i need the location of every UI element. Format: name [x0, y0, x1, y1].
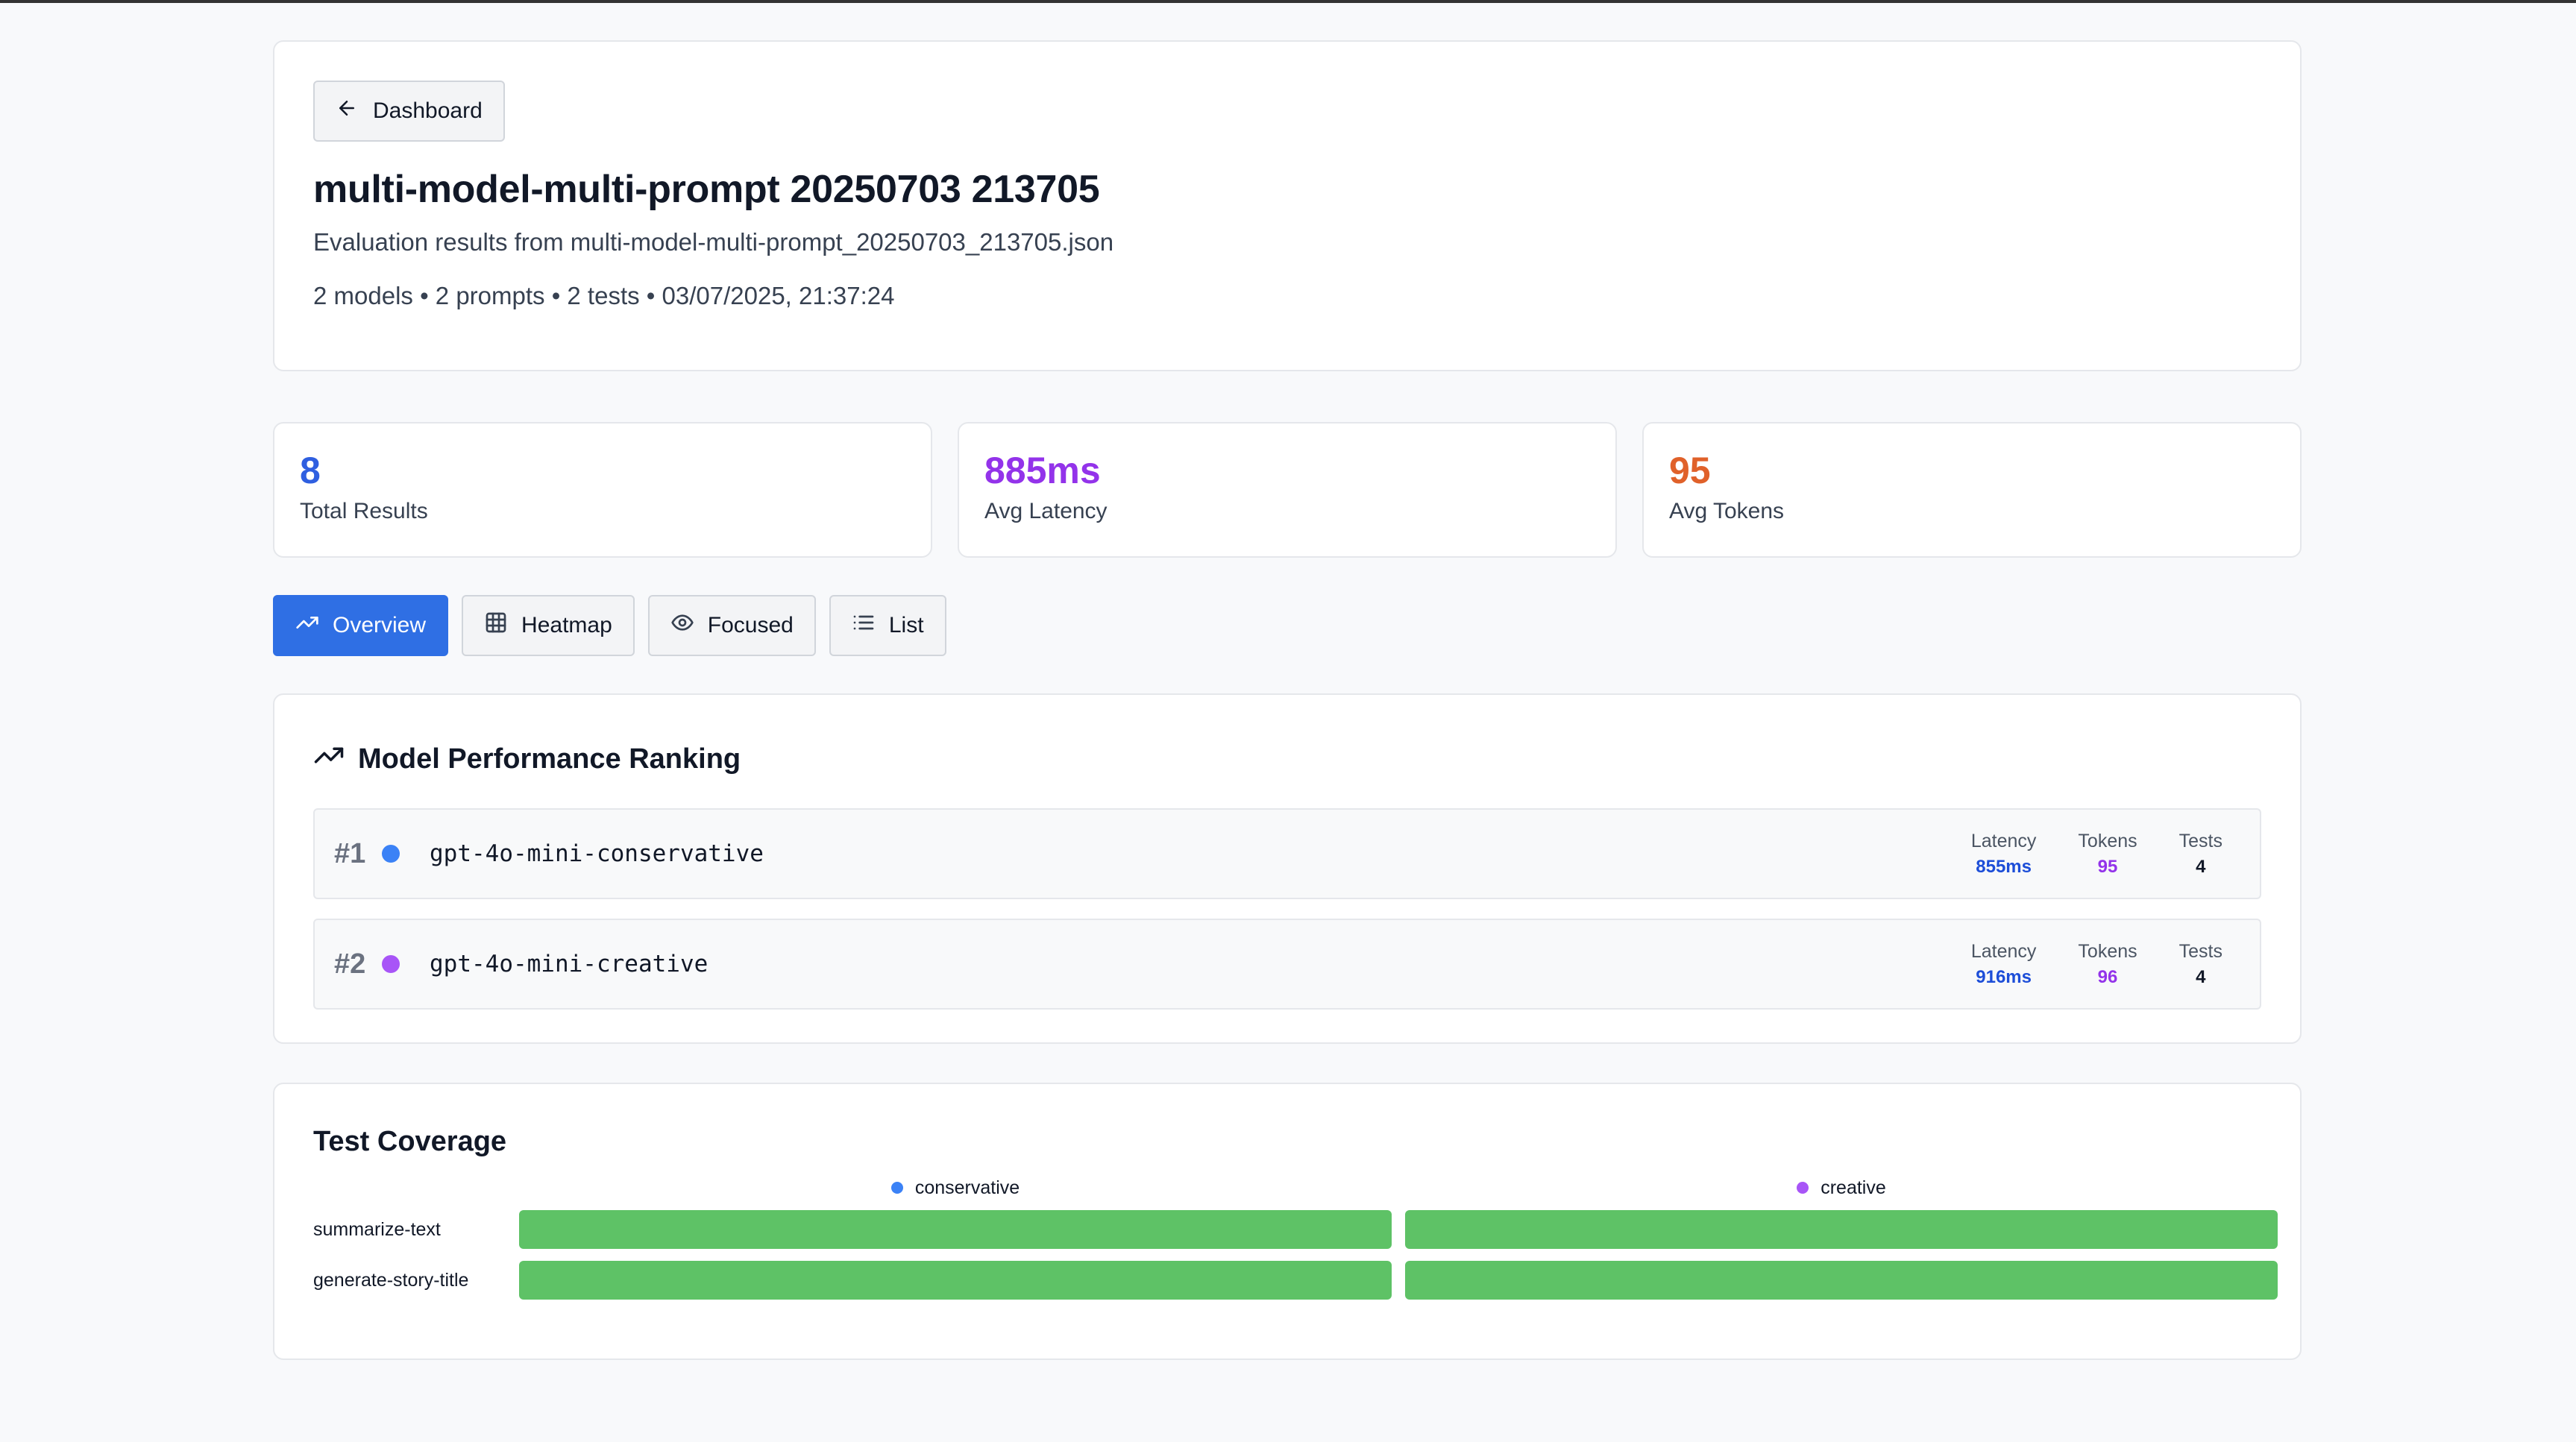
- stat-label: Avg Tokens: [1669, 499, 1784, 523]
- page-container: Dashboard multi-model-multi-prompt 20250…: [273, 40, 2302, 1360]
- coverage-grid: conservative creative summarize-text gen…: [313, 1177, 2278, 1300]
- coverage-cell-pass[interactable]: [1405, 1210, 2278, 1249]
- model-stats: Latency 855ms Tokens 95 Tests 4: [1971, 831, 2240, 878]
- stat-card-avg-tokens: 95 Avg Tokens: [1642, 422, 2302, 558]
- grid-icon: [484, 611, 508, 640]
- column-color-dot: [890, 1182, 903, 1194]
- coverage-cell-pass[interactable]: [519, 1261, 1392, 1300]
- back-button-label: Dashboard: [373, 98, 483, 123]
- coverage-cell-pass[interactable]: [519, 1210, 1392, 1249]
- page-subtitle: Evaluation results from multi-model-mult…: [313, 228, 1114, 256]
- column-color-dot: [1797, 1182, 1809, 1194]
- model-name: gpt-4o-mini-creative: [430, 951, 709, 977]
- tab-label: Focused: [707, 613, 794, 637]
- tokens-label: Tokens: [2078, 830, 2137, 851]
- coverage-column-header: creative: [1405, 1177, 2278, 1198]
- ranking-header: Model Performance Ranking: [313, 740, 2261, 778]
- tab-label: List: [888, 613, 924, 637]
- stat-value: 8: [300, 450, 321, 491]
- back-to-dashboard-button[interactable]: Dashboard: [313, 81, 505, 142]
- stat-label: Avg Latency: [984, 499, 1108, 523]
- stat-label: Total Results: [300, 499, 428, 523]
- tab-label: Heatmap: [521, 613, 612, 637]
- top-border: [0, 0, 2576, 3]
- tokens-label: Tokens: [2078, 940, 2137, 962]
- tests-stat: Tests 4: [2179, 941, 2222, 988]
- tab-list[interactable]: List: [829, 595, 946, 656]
- rank-number: #2: [334, 948, 366, 980]
- tests-stat: Tests 4: [2179, 831, 2222, 878]
- column-label: creative: [1821, 1177, 1886, 1198]
- test-coverage-card: Test Coverage conservative creative summ…: [273, 1083, 2302, 1360]
- model-rank-row[interactable]: #1 gpt-4o-mini-conservative Latency 855m…: [313, 808, 2261, 899]
- latency-value: 855ms: [1976, 856, 2032, 877]
- model-rank-row[interactable]: #2 gpt-4o-mini-creative Latency 916ms To…: [313, 919, 2261, 1010]
- run-metadata: 2 models • 2 prompts • 2 tests • 03/07/2…: [313, 282, 895, 309]
- arrow-left-icon: [336, 97, 358, 125]
- stat-card-total-results: 8 Total Results: [273, 422, 932, 558]
- model-color-dot: [382, 845, 400, 863]
- coverage-cell-pass[interactable]: [1405, 1261, 2278, 1300]
- coverage-title: Test Coverage: [313, 1126, 507, 1157]
- model-ranking-card: Model Performance Ranking #1 gpt-4o-mini…: [273, 693, 2302, 1044]
- tests-value: 4: [2196, 966, 2206, 987]
- model-name: gpt-4o-mini-conservative: [430, 840, 764, 867]
- latency-label: Latency: [1970, 940, 2037, 962]
- tab-label: Overview: [333, 613, 427, 637]
- latency-value: 916ms: [1976, 966, 2032, 987]
- eye-icon: [670, 611, 694, 640]
- ranking-title: Model Performance Ranking: [358, 743, 741, 775]
- tokens-value: 95: [2097, 856, 2118, 877]
- model-color-dot: [382, 955, 400, 973]
- rank-number: #1: [334, 837, 366, 869]
- tab-focused[interactable]: Focused: [647, 595, 816, 656]
- tokens-value: 96: [2097, 966, 2118, 987]
- page-title: multi-model-multi-prompt 20250703 213705: [313, 168, 1100, 211]
- column-label: conservative: [914, 1177, 1020, 1198]
- latency-stat: Latency 855ms: [1971, 831, 2037, 878]
- trending-up-icon: [295, 611, 319, 640]
- tokens-stat: Tokens 96: [2078, 941, 2137, 988]
- tab-overview[interactable]: Overview: [273, 595, 449, 656]
- trending-up-icon: [313, 740, 345, 778]
- tests-label: Tests: [2178, 830, 2222, 851]
- coverage-column-header: conservative: [519, 1177, 1392, 1198]
- header-card: Dashboard multi-model-multi-prompt 20250…: [273, 40, 2302, 371]
- stat-value: 95: [1669, 450, 1711, 491]
- tests-value: 4: [2196, 856, 2206, 877]
- latency-stat: Latency 916ms: [1971, 941, 2037, 988]
- coverage-row-label: summarize-text: [313, 1218, 441, 1240]
- view-tabs: Overview Heatmap Focused List: [273, 595, 2302, 656]
- list-icon: [852, 611, 876, 640]
- stat-value: 885ms: [984, 450, 1101, 491]
- stat-card-avg-latency: 885ms Avg Latency: [958, 422, 1617, 558]
- stats-row: 8 Total Results 885ms Avg Latency 95 Avg…: [273, 422, 2302, 558]
- tests-label: Tests: [2178, 940, 2222, 962]
- latency-label: Latency: [1970, 830, 2037, 851]
- tokens-stat: Tokens 95: [2078, 831, 2137, 878]
- model-stats: Latency 916ms Tokens 96 Tests 4: [1971, 941, 2240, 988]
- coverage-row-label: generate-story-title: [313, 1269, 469, 1291]
- tab-heatmap[interactable]: Heatmap: [462, 595, 635, 656]
